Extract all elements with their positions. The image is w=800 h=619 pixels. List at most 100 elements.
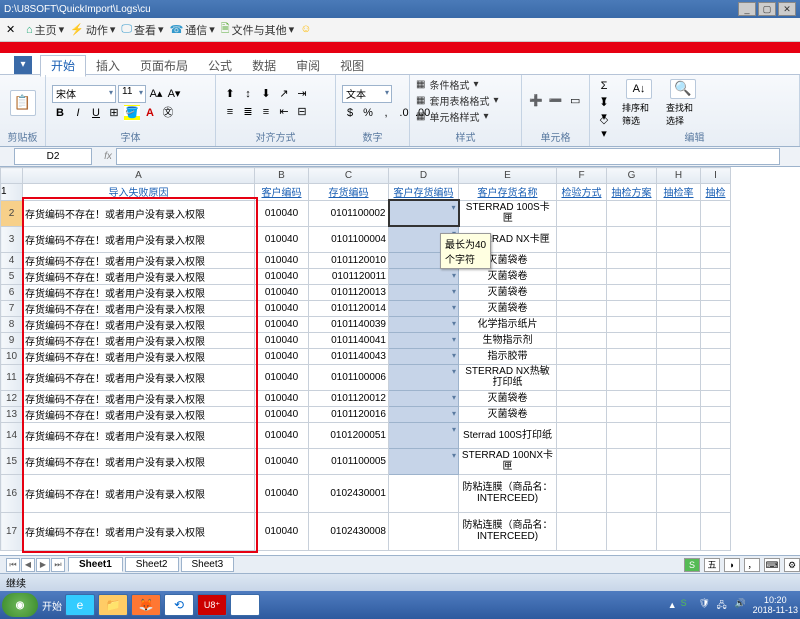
- cell[interactable]: 存货编码不存在！或者用户没有录入权限: [23, 316, 255, 332]
- cell[interactable]: 010040: [255, 364, 309, 390]
- fill-color-button[interactable]: 🪣: [124, 105, 140, 121]
- cell[interactable]: 存货编码不存在！或者用户没有录入权限: [23, 406, 255, 422]
- percent-icon[interactable]: %: [360, 105, 376, 121]
- cell[interactable]: 存货编码不存在！或者用户没有录入权限: [23, 284, 255, 300]
- cell[interactable]: [389, 300, 459, 316]
- cell[interactable]: 0101140041: [309, 332, 389, 348]
- row-1[interactable]: 1: [1, 184, 23, 201]
- number-format-select[interactable]: 文本: [342, 85, 392, 103]
- col-B[interactable]: B: [255, 168, 309, 184]
- cell[interactable]: 0101120012: [309, 390, 389, 406]
- close-button[interactable]: ✕: [778, 2, 796, 16]
- cell[interactable]: 存货编码不存在！或者用户没有录入权限: [23, 226, 255, 252]
- col-G[interactable]: G: [607, 168, 657, 184]
- cell[interactable]: 化学指示纸片: [459, 316, 557, 332]
- cell[interactable]: 0101100006: [309, 364, 389, 390]
- ribbon-tab-1[interactable]: 插入: [86, 56, 130, 76]
- cell[interactable]: STERRAD 100NX卡匣: [459, 448, 557, 474]
- cell[interactable]: 灭菌袋卷: [459, 284, 557, 300]
- orientation-icon[interactable]: ↗: [276, 86, 292, 102]
- row-2[interactable]: 2: [1, 200, 23, 226]
- row-9[interactable]: 9: [1, 332, 23, 348]
- align-center-icon[interactable]: ≣: [240, 104, 256, 120]
- delete-cells-button[interactable]: ➖: [548, 93, 564, 113]
- cell[interactable]: 010040: [255, 406, 309, 422]
- row-6[interactable]: 6: [1, 284, 23, 300]
- cell[interactable]: 010040: [255, 226, 309, 252]
- row-11[interactable]: 11: [1, 364, 23, 390]
- ime-mode[interactable]: 五: [704, 558, 720, 572]
- cell[interactable]: 010040: [255, 390, 309, 406]
- shrink-font-icon[interactable]: A▾: [166, 86, 182, 102]
- comm-button[interactable]: ☎通信 ▾: [170, 22, 215, 38]
- cell[interactable]: [389, 284, 459, 300]
- task-teamviewer-icon[interactable]: ⟲: [164, 594, 194, 616]
- cell[interactable]: 010040: [255, 300, 309, 316]
- header-cell[interactable]: 抽检方案: [607, 184, 657, 201]
- header-cell[interactable]: 存货编码: [309, 184, 389, 201]
- align-bot-icon[interactable]: ⬇: [258, 86, 274, 102]
- fx-icon[interactable]: fx: [100, 149, 116, 165]
- cell[interactable]: 010040: [255, 512, 309, 550]
- merge-button[interactable]: ⊟: [294, 104, 310, 120]
- row-10[interactable]: 10: [1, 348, 23, 364]
- col-E[interactable]: E: [459, 168, 557, 184]
- cell[interactable]: 010040: [255, 200, 309, 226]
- row-14[interactable]: 14: [1, 422, 23, 448]
- cell[interactable]: STERRAD 100S卡匣: [459, 200, 557, 226]
- phonetic-button[interactable]: ㉆: [160, 105, 176, 121]
- align-right-icon[interactable]: ≡: [258, 104, 274, 120]
- file-menu[interactable]: ▾: [14, 56, 32, 74]
- cell[interactable]: [389, 512, 459, 550]
- cell[interactable]: 0101200051: [309, 422, 389, 448]
- ribbon-tab-5[interactable]: 审阅: [286, 56, 330, 76]
- sheet-nav-prev[interactable]: ◀: [21, 558, 35, 572]
- currency-icon[interactable]: $: [342, 105, 358, 121]
- cell[interactable]: Sterrad 100S打印纸: [459, 422, 557, 448]
- cell[interactable]: 存货编码不存在！或者用户没有录入权限: [23, 512, 255, 550]
- cell[interactable]: 010040: [255, 316, 309, 332]
- font-color-button[interactable]: A: [142, 105, 158, 121]
- bold-button[interactable]: B: [52, 105, 68, 121]
- cell[interactable]: 灭菌袋卷: [459, 406, 557, 422]
- col-H[interactable]: H: [657, 168, 701, 184]
- cell[interactable]: 010040: [255, 448, 309, 474]
- close-icon[interactable]: ✕: [6, 23, 20, 37]
- row-8[interactable]: 8: [1, 316, 23, 332]
- align-top-icon[interactable]: ⬆: [222, 86, 238, 102]
- cell[interactable]: [389, 316, 459, 332]
- task-ie-icon[interactable]: e: [65, 594, 95, 616]
- format-cells-button[interactable]: ▭: [567, 93, 583, 113]
- spreadsheet-grid[interactable]: ABCDEFGHI1导入失败原因客户编码存货编码客户存货编码客户存货名称检验方式…: [0, 167, 800, 555]
- align-left-icon[interactable]: ≡: [222, 104, 238, 120]
- cell[interactable]: 存货编码不存在！或者用户没有录入权限: [23, 268, 255, 284]
- row-12[interactable]: 12: [1, 390, 23, 406]
- cell[interactable]: 0101120013: [309, 284, 389, 300]
- table-format-button[interactable]: ▦ 套用表格格式 ▾: [416, 93, 498, 108]
- cell[interactable]: 010040: [255, 252, 309, 268]
- cell[interactable]: [389, 348, 459, 364]
- tray-icon[interactable]: ▲: [668, 600, 677, 610]
- align-mid-icon[interactable]: ↕: [240, 86, 256, 102]
- row-17[interactable]: 17: [1, 512, 23, 550]
- cell[interactable]: 0101140043: [309, 348, 389, 364]
- home-button[interactable]: ⌂主页 ▾: [26, 22, 64, 38]
- cell[interactable]: 0101120016: [309, 406, 389, 422]
- row-13[interactable]: 13: [1, 406, 23, 422]
- tray-sogou-icon[interactable]: S: [681, 598, 695, 612]
- header-cell[interactable]: 客户编码: [255, 184, 309, 201]
- conditional-format-button[interactable]: ▦ 条件格式 ▾: [416, 77, 478, 92]
- cell[interactable]: [389, 200, 459, 226]
- cell[interactable]: 0101140039: [309, 316, 389, 332]
- row-15[interactable]: 15: [1, 448, 23, 474]
- taskbar-clock[interactable]: 10:202018-11-13: [753, 595, 798, 615]
- insert-cells-button[interactable]: ➕: [528, 93, 544, 113]
- sheet-tab-Sheet3[interactable]: Sheet3: [181, 557, 235, 572]
- row-16[interactable]: 16: [1, 474, 23, 512]
- cell[interactable]: 存货编码不存在！或者用户没有录入权限: [23, 422, 255, 448]
- files-button[interactable]: 🗎文件与其他 ▾: [221, 20, 294, 39]
- sheet-nav-first[interactable]: ⏮: [6, 558, 20, 572]
- autosum-button[interactable]: Σ ▾: [596, 78, 612, 94]
- task-excel-icon[interactable]: ▦: [230, 594, 260, 616]
- cell[interactable]: 存货编码不存在！或者用户没有录入权限: [23, 448, 255, 474]
